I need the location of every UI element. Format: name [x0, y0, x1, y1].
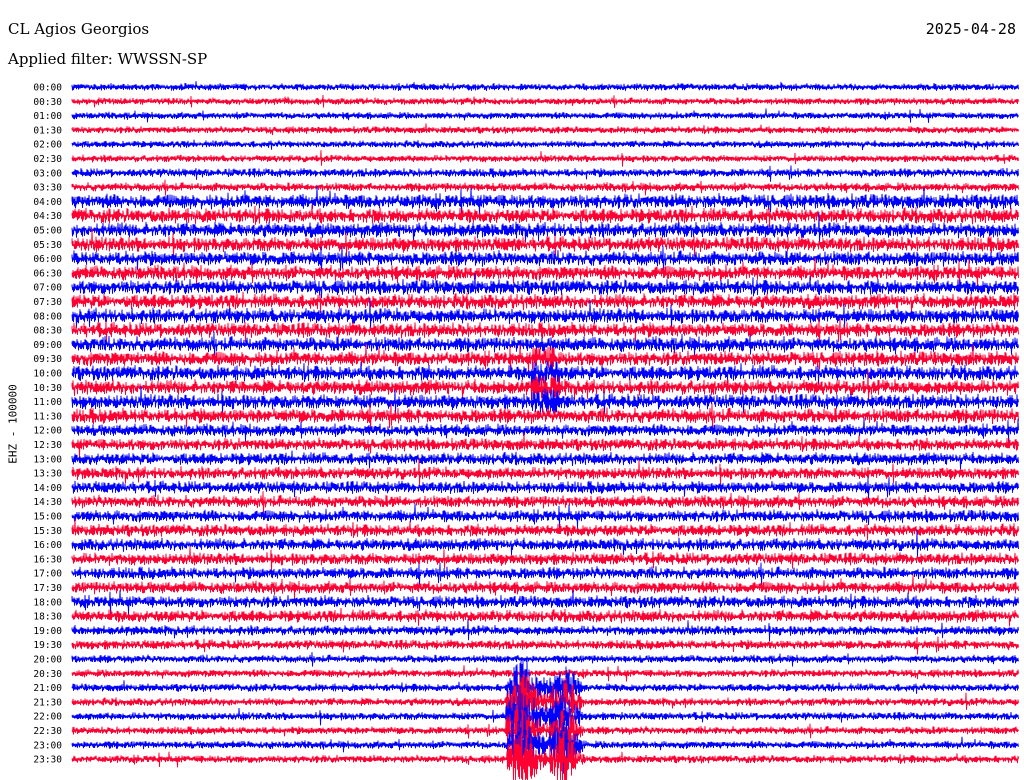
row-time-label: 21:00 [33, 683, 62, 694]
row-time-label: 01:00 [33, 111, 62, 122]
trace-row [71, 179, 1019, 196]
row-time-label: 19:30 [33, 640, 62, 651]
row-time-label: 19:00 [33, 626, 62, 637]
row-time-label: 05:30 [33, 240, 62, 251]
row-time-label: 12:00 [33, 426, 62, 437]
row-time-label: 20:30 [33, 669, 62, 680]
row-time-label: 14:00 [33, 483, 62, 494]
row-time-label: 22:00 [33, 712, 62, 723]
row-time-label: 22:30 [33, 726, 62, 737]
row-time-label: 06:00 [33, 254, 62, 265]
trace-row [71, 574, 1019, 600]
row-time-label: 04:00 [33, 197, 62, 208]
trace-row [71, 530, 1019, 558]
row-time-label: 16:30 [33, 554, 62, 565]
row-time-label: 07:00 [33, 283, 62, 294]
row-time-label: 16:00 [33, 540, 62, 551]
trace-row [71, 665, 1019, 682]
trace-row [71, 450, 1019, 470]
row-time-label: 01:30 [33, 125, 62, 136]
row-time-label: 18:30 [33, 612, 62, 623]
row-time-label: 17:30 [33, 583, 62, 594]
trace-row [71, 607, 1019, 627]
row-time-label: 05:00 [33, 226, 62, 237]
trace-row [71, 636, 1019, 655]
row-time-label: 23:00 [33, 740, 62, 751]
row-time-label: 02:30 [33, 154, 62, 165]
row-time-label: 20:00 [33, 655, 62, 666]
row-time-label: 03:00 [33, 168, 62, 179]
row-time-label: 07:30 [33, 297, 62, 308]
trace-row [71, 652, 1019, 667]
trace-row [71, 590, 1019, 615]
trace-row [71, 108, 1019, 123]
row-time-label: 21:30 [33, 697, 62, 708]
seismogram-plot: 00:00 00:30 01:00 01:30 02:00 02:30 03:00 03:30… [33, 81, 1019, 780]
row-time-label: 15:30 [33, 526, 62, 537]
row-time-label: 11:00 [33, 397, 62, 408]
row-time-label: 13:00 [33, 454, 62, 465]
row-time-label: 14:30 [33, 497, 62, 508]
trace-row [71, 139, 1019, 151]
trace-row [71, 165, 1019, 182]
trace-row [71, 618, 1019, 642]
trace-row [71, 150, 1019, 167]
row-time-label: 04:30 [33, 211, 62, 222]
trace-row [71, 433, 1019, 458]
trace-row [71, 562, 1019, 586]
row-time-label: 12:30 [33, 440, 62, 451]
row-time-label: 13:30 [33, 469, 62, 480]
row-time-label: 10:00 [33, 369, 62, 380]
trace-row [71, 291, 1019, 315]
row-time-label: 23:30 [33, 755, 62, 766]
trace-row [71, 123, 1019, 136]
trace-row [71, 730, 1019, 780]
row-time-label: 10:30 [33, 383, 62, 394]
row-time-label: 08:30 [33, 326, 62, 337]
row-time-label: 18:00 [33, 597, 62, 608]
row-time-label: 00:00 [33, 83, 62, 94]
row-time-label: 06:30 [33, 268, 62, 279]
row-time-label: 09:00 [33, 340, 62, 351]
row-time-label: 02:00 [33, 140, 62, 151]
trace-row [71, 503, 1019, 529]
trace-row [71, 518, 1019, 541]
row-time-label: 09:30 [33, 354, 62, 365]
row-time-label: 03:30 [33, 183, 62, 194]
row-time-label: 17:00 [33, 569, 62, 580]
row-time-label: 15:00 [33, 512, 62, 523]
row-time-label: 08:00 [33, 311, 62, 322]
row-time-label: 00:30 [33, 97, 62, 108]
trace-row [71, 94, 1019, 109]
trace-row [71, 491, 1019, 514]
row-time-label: 11:30 [33, 411, 62, 422]
trace-row [71, 81, 1019, 92]
